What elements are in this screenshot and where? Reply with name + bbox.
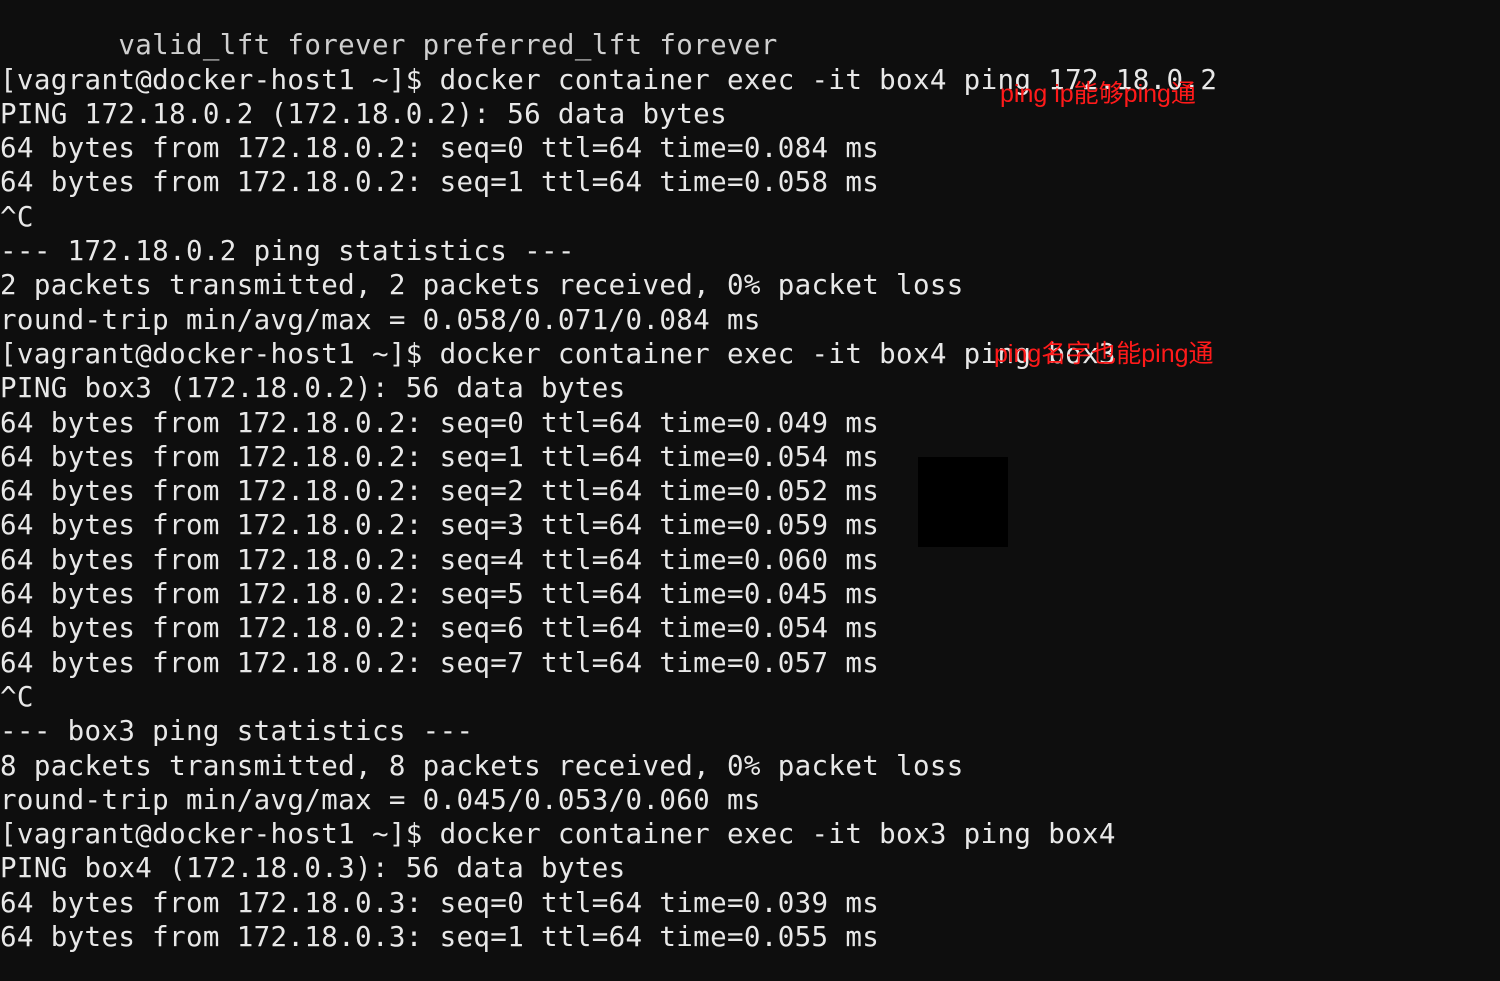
terminal-line: 2 packets transmitted, 2 packets receive… <box>0 269 964 301</box>
terminal-line: PING box3 (172.18.0.2): 56 data bytes <box>0 372 626 404</box>
terminal-line: 64 bytes from 172.18.0.2: seq=0 ttl=64 t… <box>0 407 879 439</box>
annotation-ping-name: ping名字也能ping通 <box>994 334 1214 370</box>
overlay-black-box <box>918 457 1008 547</box>
terminal-line: 64 bytes from 172.18.0.2: seq=3 ttl=64 t… <box>0 509 879 541</box>
terminal-line: 64 bytes from 172.18.0.2: seq=5 ttl=64 t… <box>0 578 879 610</box>
terminal-line: 64 bytes from 172.18.0.2: seq=1 ttl=64 t… <box>0 166 879 198</box>
terminal-line: PING box4 (172.18.0.3): 56 data bytes <box>0 852 626 884</box>
terminal-line: 8 packets transmitted, 8 packets receive… <box>0 750 964 782</box>
terminal-line: 64 bytes from 172.18.0.2: seq=0 ttl=64 t… <box>0 132 879 164</box>
terminal-line: --- 172.18.0.2 ping statistics --- <box>0 235 575 267</box>
terminal-output: valid_lft forever preferred_lft forever … <box>0 0 1217 954</box>
terminal-line: 64 bytes from 172.18.0.2: seq=7 ttl=64 t… <box>0 647 879 679</box>
terminal-line: valid_lft forever preferred_lft forever <box>0 29 778 61</box>
terminal-line: 64 bytes from 172.18.0.2: seq=4 ttl=64 t… <box>0 544 879 576</box>
terminal-line: 64 bytes from 172.18.0.3: seq=0 ttl=64 t… <box>0 887 879 919</box>
terminal-line: 64 bytes from 172.18.0.2: seq=2 ttl=64 t… <box>0 475 879 507</box>
terminal-line: PING 172.18.0.2 (172.18.0.2): 56 data by… <box>0 98 727 130</box>
terminal-line: round-trip min/avg/max = 0.058/0.071/0.0… <box>0 304 761 336</box>
terminal-line: ^C <box>0 201 34 233</box>
annotation-ping-ip: ping ip能够ping通 <box>1000 74 1196 110</box>
terminal-line: --- box3 ping statistics --- <box>0 715 473 747</box>
terminal-line: 64 bytes from 172.18.0.2: seq=1 ttl=64 t… <box>0 441 879 473</box>
terminal-line: round-trip min/avg/max = 0.045/0.053/0.0… <box>0 784 761 816</box>
terminal-window[interactable]: valid_lft forever preferred_lft forever … <box>0 0 1500 981</box>
terminal-line: 64 bytes from 172.18.0.2: seq=6 ttl=64 t… <box>0 612 879 644</box>
terminal-line: [vagrant@docker-host1 ~]$ docker contain… <box>0 818 1116 850</box>
terminal-line: ^C <box>0 681 34 713</box>
terminal-line: [vagrant@docker-host1 ~]$ docker contain… <box>0 338 1116 370</box>
terminal-line: 64 bytes from 172.18.0.3: seq=1 ttl=64 t… <box>0 921 879 953</box>
